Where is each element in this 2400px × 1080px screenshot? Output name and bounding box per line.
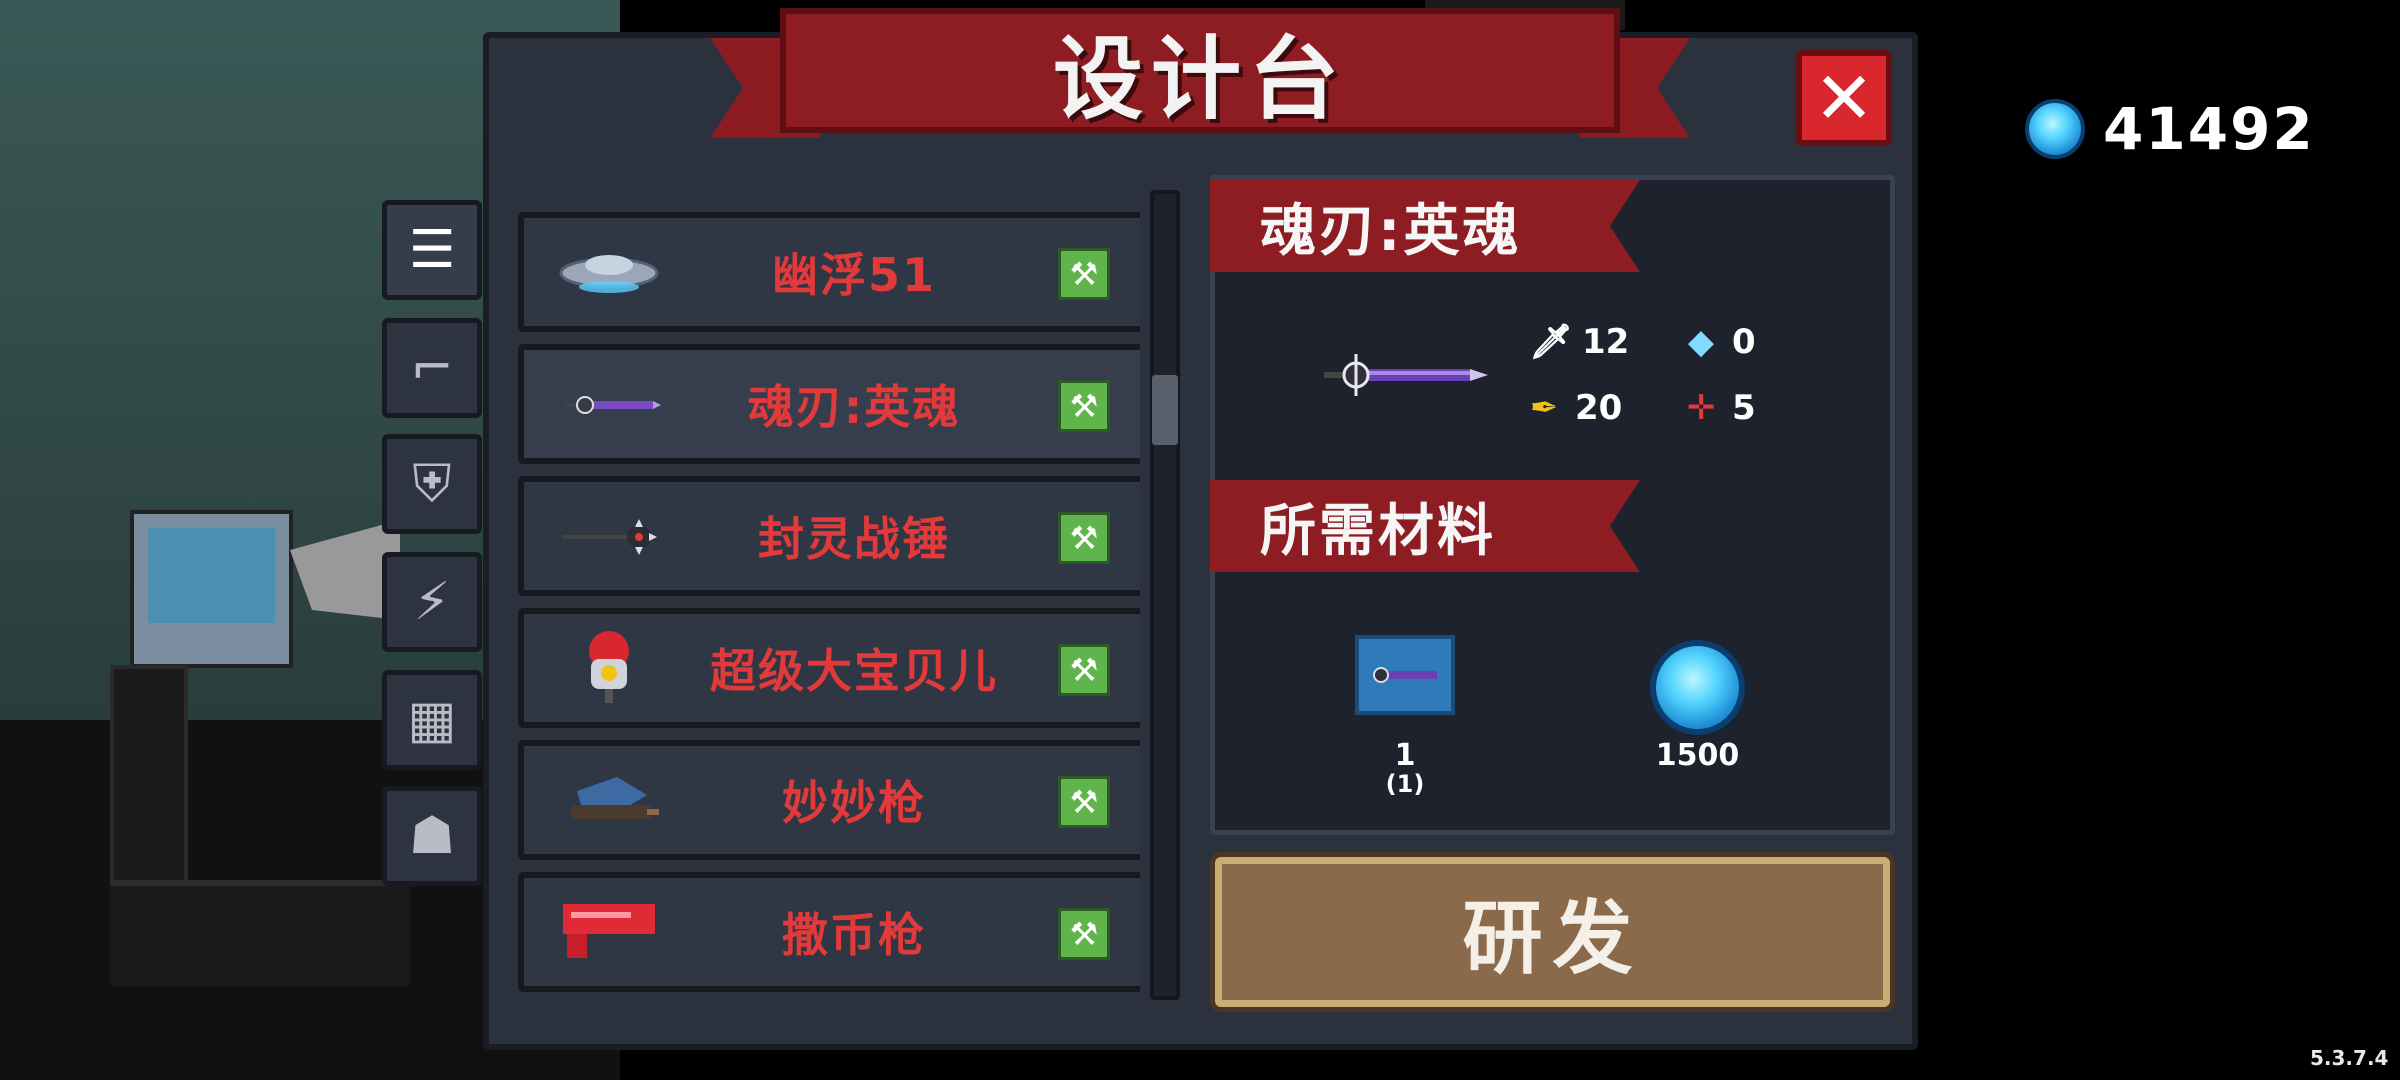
window-title: 设计台	[1053, 26, 1347, 132]
banner-body: 设计台	[780, 8, 1620, 133]
sword-preview-icon	[1320, 340, 1490, 410]
tab-all[interactable]: ☰	[382, 200, 482, 300]
gun-icon: ⌐	[410, 338, 454, 398]
blueprint-count: 1	[1394, 738, 1416, 773]
item-name: 魂刃:英魂	[747, 380, 961, 434]
gem-counter: 41492	[2025, 95, 2315, 163]
develop-label: 研发	[1462, 892, 1643, 985]
tab-materials[interactable]: ▦	[382, 670, 482, 770]
attack-value: 12	[1582, 322, 1630, 362]
blocks-icon: ▦	[407, 690, 457, 750]
lightning-icon: ⚡	[413, 572, 451, 632]
crosshair-icon: ✛	[1686, 388, 1716, 428]
list-item[interactable]: 封灵战锤 ⚒	[518, 476, 1140, 596]
bomb-icon	[554, 630, 664, 703]
close-icon: ✕	[1813, 56, 1875, 140]
turtle-gun-icon	[554, 768, 664, 833]
list-item[interactable]: 超级大宝贝儿 ⚒	[518, 608, 1140, 728]
monitor-prop	[130, 510, 293, 668]
gem-cost: 1500	[1655, 738, 1740, 773]
attack-stat: 🗡 12	[1529, 322, 1630, 362]
list-item[interactable]: 幽浮51 ⚒	[518, 212, 1140, 332]
precision-stat: ✛ 5	[1682, 388, 1756, 428]
selected-item-name: 魂刃:英魂	[1260, 198, 1522, 264]
table-prop	[110, 665, 188, 893]
hammer-icon: ⚒	[1058, 248, 1110, 300]
materials-ribbon: 所需材料	[1210, 480, 1640, 572]
blueprint-list[interactable]: 幽浮51 ⚒ 魂刃:英魂 ⚒ 封灵战锤 ⚒ 超级大宝贝儿 ⚒ 妙妙枪 ⚒ 撒币枪	[510, 180, 1140, 1005]
armor-icon: ⛨	[412, 453, 452, 514]
blueprint-icon	[1355, 635, 1455, 715]
tab-pets[interactable]: ☗	[382, 786, 482, 886]
list-item[interactable]: 魂刃:英魂 ⚒	[518, 344, 1140, 464]
energy-value: 0	[1732, 322, 1756, 362]
item-title-ribbon: 魂刃:英魂	[1210, 180, 1640, 272]
item-name: 妙妙枪	[782, 776, 926, 830]
gem-count: 41492	[2103, 95, 2315, 163]
gem-icon	[2025, 99, 2085, 159]
crit-value: 20	[1575, 388, 1623, 428]
hammer-icon: ⚒	[1058, 512, 1110, 564]
title-banner: 设计台	[710, 8, 1690, 158]
gem-icon	[1650, 640, 1745, 735]
item-name: 超级大宝贝儿	[710, 644, 998, 698]
item-name: 封灵战锤	[758, 512, 950, 566]
hammer-icon: ⚒	[1058, 776, 1110, 828]
list-icon: ☰	[408, 220, 456, 280]
close-button[interactable]: ✕	[1796, 50, 1892, 146]
scrollbar-thumb[interactable]	[1152, 375, 1178, 445]
desk-prop	[110, 880, 410, 986]
hammer-icon: ⚒	[1058, 908, 1110, 960]
crit-stat: ✒ 20	[1525, 388, 1623, 428]
coin-gun-icon	[554, 900, 664, 965]
mace-icon	[554, 504, 664, 569]
item-name: 幽浮51	[771, 248, 936, 302]
sword-icon	[554, 372, 664, 437]
develop-button[interactable]: 研发	[1215, 857, 1890, 1007]
feather-icon: ✒	[1529, 388, 1559, 428]
item-name: 撒币枪	[782, 908, 926, 962]
energy-diamond-icon: ◆	[1687, 322, 1715, 362]
tab-skills[interactable]: ⚡	[382, 552, 482, 652]
materials-title: 所需材料	[1260, 498, 1496, 564]
pet-icon: ☗	[408, 806, 456, 866]
ufo-icon	[554, 240, 664, 305]
list-scrollbar[interactable]	[1150, 190, 1180, 1000]
energy-stat: ◆ 0	[1682, 322, 1756, 362]
version-text: 5.3.7.4	[2310, 1046, 2389, 1070]
hammer-icon: ⚒	[1058, 644, 1110, 696]
precision-value: 5	[1732, 388, 1756, 428]
blueprint-owned: (1)	[1385, 770, 1425, 798]
hammer-icon: ⚒	[1058, 380, 1110, 432]
tab-weapons[interactable]: ⌐	[382, 318, 482, 418]
tab-armor[interactable]: ⛨	[382, 434, 482, 534]
list-item[interactable]: 妙妙枪 ⚒	[518, 740, 1140, 860]
list-item[interactable]: 撒币枪 ⚒	[518, 872, 1140, 992]
sword-small-icon: 🗡	[1529, 322, 1573, 362]
